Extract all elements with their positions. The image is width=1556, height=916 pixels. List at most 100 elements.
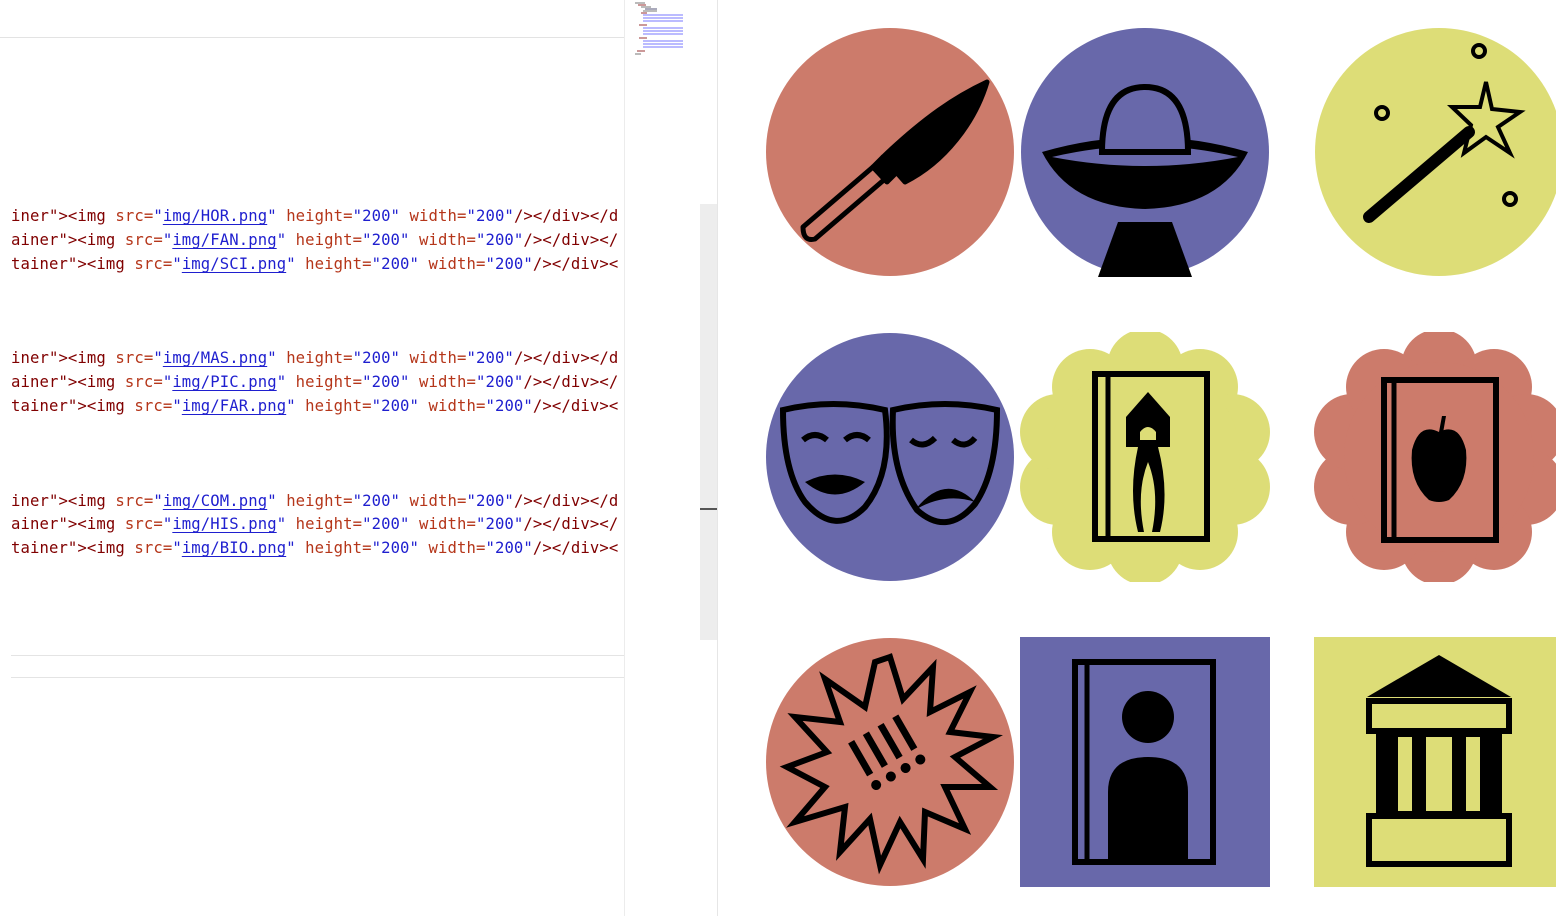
minimap[interactable] — [624, 0, 701, 916]
code-line[interactable]: ainer"><img src="img/PIC.png" height="20… — [11, 372, 618, 392]
code-token: " — [267, 492, 277, 510]
code-token: width= — [419, 397, 486, 415]
code-token: "200" — [466, 207, 514, 225]
code-token: height= — [276, 207, 353, 225]
code-token: " — [286, 255, 296, 273]
code-token: " — [153, 207, 163, 225]
code-token: " — [153, 492, 163, 510]
code-token: "200" — [352, 207, 401, 225]
minimap-line — [643, 14, 683, 16]
code-token: " — [172, 539, 182, 557]
editor-divider — [11, 655, 624, 656]
code-line[interactable]: tainer"><img src="img/BIO.png" height="2… — [11, 538, 618, 558]
code-token: " — [267, 349, 277, 367]
scifi-ufo-icon — [1020, 27, 1270, 277]
minimap-line — [639, 37, 647, 39]
code-line[interactable]: iner"><img src="img/HOR.png" height="200… — [11, 206, 618, 226]
vertical-scrollbar[interactable] — [700, 0, 718, 916]
code-token: "200" — [371, 539, 420, 557]
image-path-link[interactable]: img/BIO.png — [182, 539, 286, 557]
code-line[interactable]: ainer"><img src="img/HIS.png" height="20… — [11, 514, 618, 534]
code-token: iner"><img — [11, 349, 116, 367]
code-token: " — [162, 515, 173, 533]
code-token: "200" — [352, 492, 401, 510]
image-path-link[interactable]: img/COM.png — [163, 492, 267, 510]
minimap-line — [643, 46, 683, 48]
code-token: width= — [409, 373, 476, 391]
code-token: ainer"><img — [11, 515, 125, 533]
code-editor[interactable]: iner"><img src="img/HOR.png" height="200… — [0, 0, 624, 916]
image-path-link[interactable]: img/HOR.png — [163, 207, 267, 225]
code-token: "200" — [485, 255, 533, 273]
code-token: height= — [276, 492, 353, 510]
code-token: " — [162, 231, 173, 249]
fairytale-tower-book-icon — [1020, 332, 1270, 582]
comedy-burst-icon — [765, 637, 1015, 887]
minimap-line — [637, 50, 645, 52]
code-token: height= — [295, 539, 372, 557]
code-token: " — [172, 255, 182, 273]
code-token: "200" — [371, 397, 420, 415]
code-token: src= — [124, 231, 163, 249]
minimap-line — [639, 24, 647, 26]
fantasy-magic-wand-icon — [1314, 27, 1556, 277]
code-token: /></div></d — [513, 492, 619, 510]
image-path-link[interactable]: img/FAR.png — [182, 397, 286, 415]
code-token: tainer"><img — [11, 539, 135, 557]
code-token: " — [286, 397, 296, 415]
code-line[interactable]: tainer"><img src="img/SCI.png" height="2… — [11, 254, 618, 274]
drama-masks-icon — [765, 332, 1015, 582]
code-line[interactable]: iner"><img src="img/COM.png" height="200… — [11, 491, 618, 511]
code-token: width= — [400, 492, 467, 510]
code-line[interactable]: ainer"><img src="img/FAN.png" height="20… — [11, 230, 618, 250]
code-token: "200" — [362, 373, 410, 391]
image-path-link[interactable]: img/FAN.png — [172, 231, 276, 249]
code-token: ainer"><img — [11, 373, 125, 391]
code-token: " — [286, 539, 296, 557]
code-token: /></div>< — [532, 397, 619, 415]
minimap-line — [643, 30, 683, 32]
school-apple-book-icon — [1314, 332, 1556, 582]
code-token: iner"><img — [11, 207, 116, 225]
image-path-link[interactable]: img/HIS.png — [172, 515, 276, 533]
code-token: /></div></ — [523, 231, 619, 249]
code-token: /></div></ — [523, 515, 619, 533]
code-token: height= — [286, 373, 363, 391]
image-path-link[interactable]: img/PIC.png — [172, 373, 276, 391]
code-token: width= — [400, 207, 467, 225]
code-token: height= — [286, 231, 363, 249]
minimap-line — [643, 20, 683, 22]
biography-portrait-book-icon — [1020, 637, 1270, 887]
code-line[interactable]: tainer"><img src="img/FAR.png" height="2… — [11, 396, 618, 416]
code-token: tainer"><img — [11, 255, 135, 273]
code-token: width= — [419, 255, 486, 273]
preview-pane — [718, 0, 1556, 916]
code-line[interactable]: iner"><img src="img/MAS.png" height="200… — [11, 348, 618, 368]
code-token: width= — [409, 231, 476, 249]
minimap-line — [643, 40, 683, 42]
code-token: width= — [400, 349, 467, 367]
minimap-line — [643, 43, 683, 45]
code-token: "200" — [371, 255, 420, 273]
minimap-line — [643, 27, 683, 29]
code-token: tainer"><img — [11, 397, 135, 415]
code-token: /></div>< — [532, 539, 619, 557]
code-token: " — [153, 349, 163, 367]
code-token: height= — [276, 349, 353, 367]
code-token: " — [172, 397, 182, 415]
code-token: height= — [295, 397, 372, 415]
scrollbar-thumb[interactable] — [700, 204, 717, 640]
code-token: "200" — [466, 492, 514, 510]
code-token: src= — [115, 349, 154, 367]
minimap-line — [643, 33, 683, 35]
code-token: src= — [124, 515, 163, 533]
code-token: src= — [134, 255, 173, 273]
code-token: "200" — [475, 231, 524, 249]
code-token: " — [267, 207, 277, 225]
image-path-link[interactable]: img/SCI.png — [182, 255, 286, 273]
code-token: "200" — [362, 231, 410, 249]
code-token: src= — [115, 492, 154, 510]
code-token: " — [162, 373, 173, 391]
scroll-position-marker — [700, 508, 717, 510]
image-path-link[interactable]: img/MAS.png — [163, 349, 267, 367]
